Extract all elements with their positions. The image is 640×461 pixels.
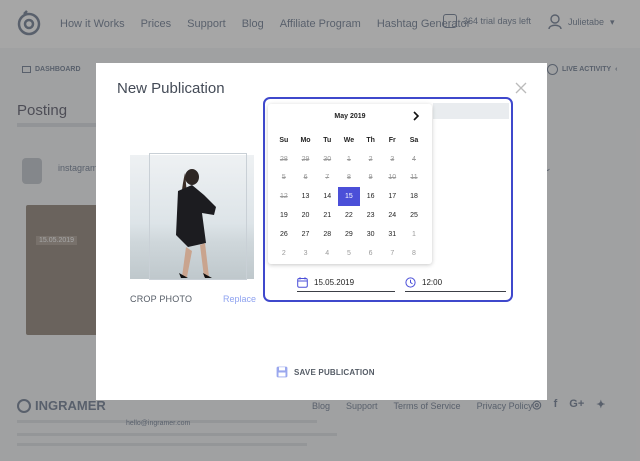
- close-icon[interactable]: [514, 81, 528, 95]
- calendar-day[interactable]: 17: [381, 187, 403, 206]
- calendar-day[interactable]: 27: [295, 225, 317, 244]
- weekday-header: Su: [279, 136, 289, 144]
- calendar-day: 29: [301, 155, 310, 163]
- calendar-day: 1: [346, 155, 351, 163]
- calendar-day: 30: [323, 155, 332, 163]
- calendar-day[interactable]: 20: [295, 206, 317, 225]
- calendar-day[interactable]: 31: [381, 225, 403, 244]
- picker-header-strip: [433, 103, 509, 119]
- time-input[interactable]: 12:00: [405, 274, 506, 292]
- clock-icon: [405, 277, 416, 288]
- calendar-day[interactable]: 4: [316, 244, 338, 263]
- save-publication-label: SAVE PUBLICATION: [294, 367, 375, 377]
- calendar-day[interactable]: 3: [295, 244, 317, 263]
- calendar-day[interactable]: 19: [273, 206, 295, 225]
- weekday-header: Th: [366, 136, 375, 144]
- weekday-header: Tu: [323, 136, 332, 144]
- calendar-icon: [297, 277, 308, 288]
- calendar-grid: Su Mo Tu We Th Fr Sa 28 29 30 1 2 3 4 5 6 7 8 9 10 11 12 13 14 1…: [273, 131, 425, 263]
- calendar-day: 4: [412, 155, 416, 163]
- calendar-day[interactable]: 8: [403, 244, 425, 263]
- time-value: 12:00: [422, 278, 443, 287]
- calendar-day[interactable]: 2: [273, 244, 295, 263]
- calendar-day: 5: [281, 174, 286, 182]
- weekday-header: Sa: [409, 136, 419, 144]
- calendar-day: 6: [303, 174, 308, 182]
- floppy-disk-icon: [276, 366, 288, 378]
- calendar-month-label: May 2019: [334, 113, 366, 120]
- calendar-day[interactable]: 23: [360, 206, 382, 225]
- calendar-day[interactable]: 28: [316, 225, 338, 244]
- calendar-day-selected[interactable]: 15: [338, 187, 360, 207]
- calendar-day: 3: [390, 155, 395, 163]
- chevron-right-icon[interactable]: [411, 111, 421, 121]
- date-picker-calendar: May 2019 Su Mo Tu We Th Fr Sa 28 29 30 1 2 3 4 5 6 7 8 9 10…: [268, 104, 432, 264]
- crop-frame[interactable]: [149, 153, 247, 280]
- calendar-day: 9: [368, 174, 373, 182]
- date-value: 15.05.2019: [314, 278, 355, 287]
- calendar-day[interactable]: 1: [403, 225, 425, 244]
- calendar-day[interactable]: 30: [360, 225, 382, 244]
- calendar-day: 8: [346, 174, 351, 182]
- calendar-day[interactable]: 7: [381, 244, 403, 263]
- calendar-day[interactable]: 16: [360, 187, 382, 206]
- calendar-day[interactable]: 6: [360, 244, 382, 263]
- calendar-day: 12: [279, 193, 288, 201]
- calendar-day[interactable]: 26: [273, 225, 295, 244]
- weekday-header: We: [343, 136, 355, 144]
- weekday-header: Fr: [388, 136, 396, 144]
- calendar-day: 11: [410, 174, 418, 182]
- schedule-picker-region: May 2019 Su Mo Tu We Th Fr Sa 28 29 30 1 2 3 4 5 6 7 8 9 10…: [263, 97, 513, 302]
- calendar-day: 7: [325, 174, 330, 182]
- crop-photo-button[interactable]: CROP PHOTO: [130, 294, 192, 304]
- calendar-day[interactable]: 29: [338, 225, 360, 244]
- calendar-day: 28: [279, 155, 288, 163]
- replace-photo-link[interactable]: Replace: [223, 294, 256, 304]
- calendar-day: 10: [388, 174, 397, 182]
- date-input[interactable]: 15.05.2019: [297, 274, 395, 292]
- calendar-day[interactable]: 14: [316, 187, 338, 206]
- calendar-day[interactable]: 22: [338, 206, 360, 225]
- calendar-day[interactable]: 18: [403, 187, 425, 206]
- save-publication-button[interactable]: SAVE PUBLICATION: [276, 366, 375, 378]
- calendar-day[interactable]: 5: [338, 244, 360, 263]
- calendar-day[interactable]: 25: [403, 206, 425, 225]
- calendar-day[interactable]: 13: [295, 187, 317, 206]
- calendar-day[interactable]: 24: [381, 206, 403, 225]
- modal-title: New Publication: [117, 80, 225, 97]
- calendar-day: 2: [368, 155, 373, 163]
- weekday-header: Mo: [300, 136, 311, 144]
- calendar-day[interactable]: 21: [316, 206, 338, 225]
